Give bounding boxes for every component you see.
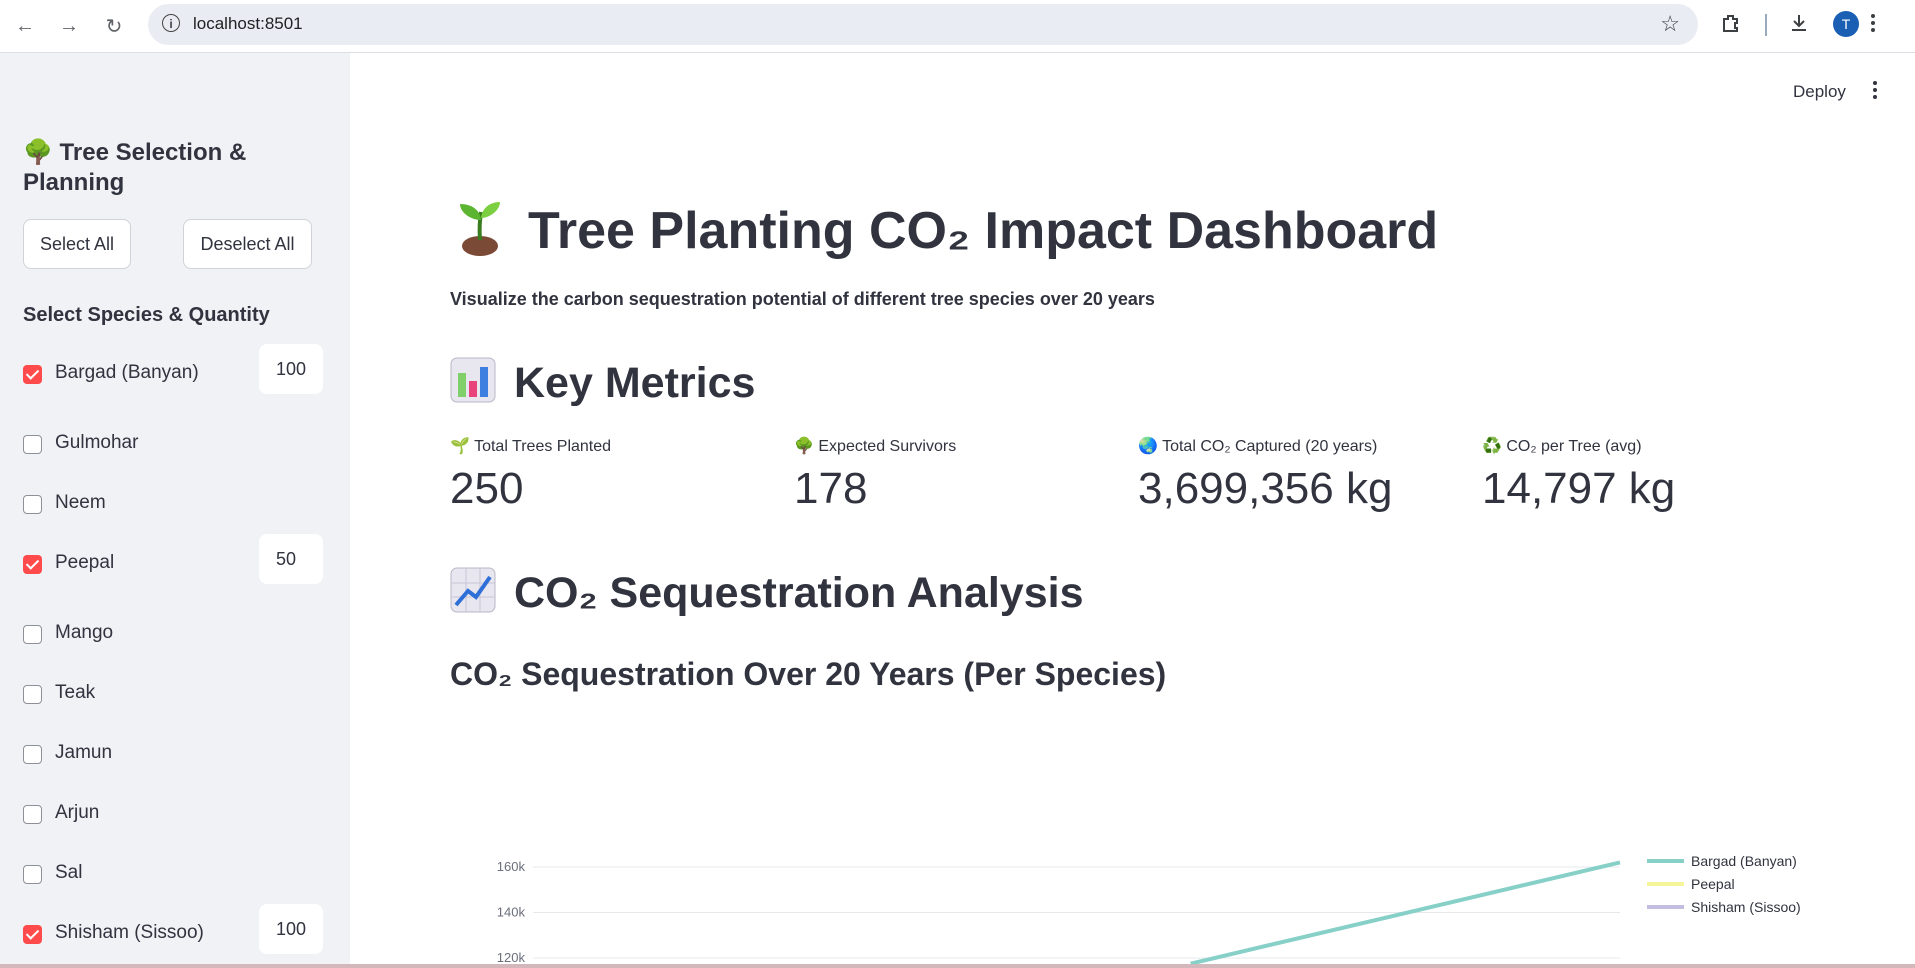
- reload-icon[interactable]: ↻: [99, 11, 129, 41]
- metric-label: ♻️ CO₂ per Tree (avg): [1482, 436, 1812, 456]
- species-label: Jamun: [55, 742, 113, 763]
- species-item[interactable]: Peepal 50: [23, 534, 323, 584]
- species-label: Mango: [55, 622, 114, 643]
- browser-toolbar: ← → ↻ i localhost:8501 ☆ T: [0, 0, 1915, 53]
- metric-label: 🌱 Total Trees Planted: [450, 436, 780, 456]
- species-label: Peepal: [55, 552, 115, 573]
- quantity-input[interactable]: 100: [259, 904, 323, 954]
- species-checkbox[interactable]: [23, 365, 42, 384]
- analysis-heading: CO₂ Sequestration Analysis: [450, 567, 1084, 624]
- species-label: Teak: [55, 682, 96, 703]
- bar-chart-icon: [450, 357, 496, 414]
- series-line[interactable]: [1190, 860, 1621, 964]
- co2-line-chart: 160k 140k 120k Bargad (Banyan) Peepal Shisham…: [497, 853, 1801, 965]
- globe-icon: 🌏: [1138, 438, 1158, 455]
- bottom-edge: [0, 964, 1915, 968]
- select-all-button[interactable]: Select All: [23, 219, 131, 269]
- metric-label-text: Total Trees Planted: [474, 438, 612, 455]
- metric-label: 🌏 Total CO₂ Captured (20 years): [1138, 436, 1468, 456]
- recycle-icon: ♻️: [1482, 438, 1502, 455]
- species-item[interactable]: Shisham (Sissoo) 100: [23, 904, 323, 954]
- legend-label[interactable]: Peepal: [1691, 876, 1735, 892]
- metrics-heading-text: Key Metrics: [514, 358, 756, 407]
- site-info-icon[interactable]: i: [162, 14, 180, 32]
- species-checkbox[interactable]: [23, 435, 42, 454]
- species-label: Sal: [55, 862, 83, 883]
- metric-total-trees: 🌱 Total Trees Planted 250: [450, 436, 780, 514]
- download-icon[interactable]: [1788, 12, 1810, 40]
- species-checkbox[interactable]: [23, 925, 42, 944]
- address-bar[interactable]: i localhost:8501 ☆: [148, 4, 1698, 45]
- y-tick-label: 160k: [497, 859, 526, 874]
- species-label: Gulmohar: [55, 432, 139, 453]
- browser-menu-icon[interactable]: [1870, 12, 1876, 40]
- species-checkbox[interactable]: [23, 865, 42, 884]
- tree-icon: 🌳: [794, 438, 814, 455]
- species-checkbox[interactable]: [23, 625, 42, 644]
- metrics-heading: Key Metrics: [450, 357, 755, 414]
- y-tick-label: 140k: [497, 905, 526, 920]
- species-item[interactable]: Neem: [23, 490, 323, 520]
- y-tick-label: 120k: [497, 950, 526, 965]
- species-label: Shisham (Sissoo): [55, 922, 204, 943]
- quantity-input[interactable]: 50: [259, 534, 323, 584]
- species-label: Arjun: [55, 802, 100, 823]
- deselect-all-button[interactable]: Deselect All: [183, 219, 312, 269]
- deploy-button[interactable]: Deploy: [1793, 82, 1846, 102]
- species-checkbox[interactable]: [23, 495, 42, 514]
- metric-total-co2: 🌏 Total CO₂ Captured (20 years) 3,699,35…: [1138, 436, 1468, 514]
- toolbar-divider: [1765, 14, 1767, 36]
- metric-value: 14,797 kg: [1482, 464, 1676, 513]
- metric-label: 🌳 Expected Survivors: [794, 436, 1124, 456]
- species-checkbox[interactable]: [23, 555, 42, 574]
- species-item[interactable]: Jamun: [23, 740, 323, 770]
- analysis-heading-text: CO₂ Sequestration Analysis: [514, 568, 1084, 617]
- extensions-icon[interactable]: [1720, 12, 1742, 40]
- species-item[interactable]: Sal: [23, 860, 323, 890]
- species-item[interactable]: Arjun: [23, 800, 323, 830]
- metric-value: 178: [794, 464, 868, 513]
- metric-label-text: Expected Survivors: [818, 438, 957, 455]
- species-label: Bargad (Banyan): [55, 362, 199, 383]
- species-item[interactable]: Teak: [23, 680, 323, 710]
- legend-label[interactable]: Bargad (Banyan): [1691, 853, 1797, 869]
- species-item[interactable]: Gulmohar: [23, 430, 323, 460]
- chart-title: CO₂ Sequestration Over 20 Years (Per Spe…: [450, 656, 1167, 692]
- metric-expected-survivors: 🌳 Expected Survivors 178: [794, 436, 1124, 514]
- metric-value: 250: [450, 464, 524, 513]
- metric-co2-per-tree: ♻️ CO₂ per Tree (avg) 14,797 kg: [1482, 436, 1812, 514]
- page-title-text: Tree Planting CO₂ Impact Dashboard: [528, 202, 1439, 261]
- species-item[interactable]: Bargad (Banyan) 100: [23, 344, 323, 394]
- profile-avatar[interactable]: T: [1833, 11, 1859, 37]
- bookmark-star-icon[interactable]: ☆: [1660, 11, 1680, 37]
- main-menu-icon[interactable]: [1872, 81, 1878, 103]
- seedling-icon: [450, 198, 510, 271]
- metric-label-text: CO₂ per Tree (avg): [1506, 438, 1642, 455]
- page-title: Tree Planting CO₂ Impact Dashboard: [450, 198, 1438, 271]
- seedling-icon: 🌱: [450, 438, 470, 455]
- quantity-input[interactable]: 100: [259, 344, 323, 394]
- forward-icon[interactable]: →: [54, 11, 84, 41]
- species-heading: Select Species & Quantity: [23, 304, 270, 326]
- species-checkbox[interactable]: [23, 685, 42, 704]
- metric-label-text: Total CO₂ Captured (20 years): [1162, 438, 1378, 455]
- page-subtitle: Visualize the carbon sequestration poten…: [450, 289, 1155, 309]
- trend-chart-icon: [450, 567, 496, 624]
- back-icon[interactable]: ←: [10, 11, 40, 41]
- metric-value: 3,699,356 kg: [1138, 464, 1393, 513]
- species-label: Neem: [55, 492, 106, 513]
- species-checkbox[interactable]: [23, 805, 42, 824]
- url-text[interactable]: localhost:8501: [193, 14, 303, 34]
- legend-label[interactable]: Shisham (Sissoo): [1691, 899, 1801, 915]
- species-checkbox[interactable]: [23, 745, 42, 764]
- species-item[interactable]: Mango: [23, 620, 323, 650]
- sidebar-title: 🌳 Tree Selection & Planning: [23, 139, 247, 196]
